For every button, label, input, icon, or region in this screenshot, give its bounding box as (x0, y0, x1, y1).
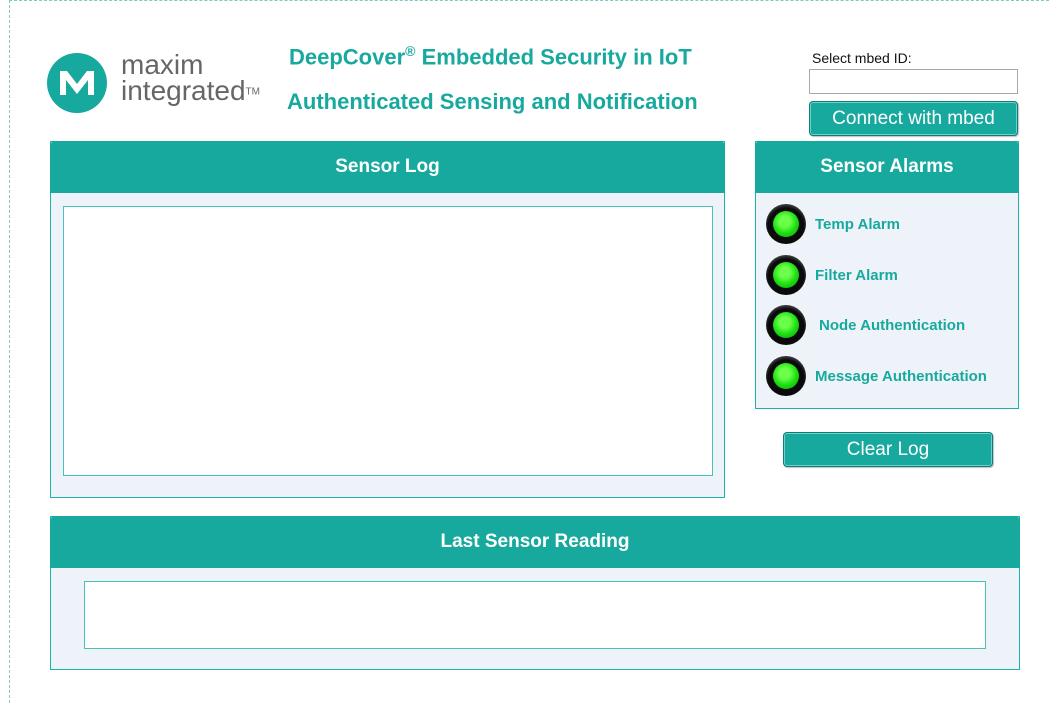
sensor-log-textarea[interactable] (63, 206, 713, 476)
sensor-log-panel: Sensor Log (50, 141, 725, 498)
mbed-id-label: Select mbed ID: (812, 50, 912, 66)
last-sensor-reading-title: Last Sensor Reading (50, 516, 1020, 568)
status-led-icon (766, 305, 806, 345)
alarm-label: Filter Alarm (815, 266, 898, 284)
mbed-id-input[interactable] (809, 69, 1018, 94)
status-led-icon (766, 356, 806, 396)
clear-log-button[interactable]: Clear Log (783, 432, 993, 467)
status-led-icon (766, 255, 806, 295)
sensor-alarms-panel: Sensor Alarms Temp Alarm Filter Alarm No… (755, 141, 1019, 409)
last-sensor-reading-field[interactable] (84, 581, 986, 649)
connect-mbed-button[interactable]: Connect with mbed (809, 101, 1018, 136)
page-title: DeepCover® Embedded Security in IoT (289, 43, 692, 70)
alarm-temp: Temp Alarm (766, 204, 900, 244)
last-sensor-reading-panel: Last Sensor Reading (50, 516, 1020, 670)
sensor-alarms-title: Sensor Alarms (755, 141, 1019, 193)
alarm-label: Message Authentication (815, 367, 987, 385)
logo-text: maxim integratedTM (121, 49, 260, 106)
alarm-message-auth: Message Authentication (766, 356, 987, 396)
page-subtitle: Authenticated Sensing and Notification (287, 89, 698, 114)
alarm-node-auth: Node Authentication (766, 305, 965, 345)
alarm-filter: Filter Alarm (766, 255, 898, 295)
alarm-label: Temp Alarm (815, 215, 901, 233)
alarm-label: Node Authentication (819, 316, 966, 334)
maxim-logo: maxim integratedTM (47, 49, 277, 113)
logo-trademark: TM (245, 86, 260, 98)
sensor-log-title: Sensor Log (50, 141, 725, 193)
status-led-icon (766, 204, 806, 244)
maxim-logo-icon (47, 53, 107, 113)
